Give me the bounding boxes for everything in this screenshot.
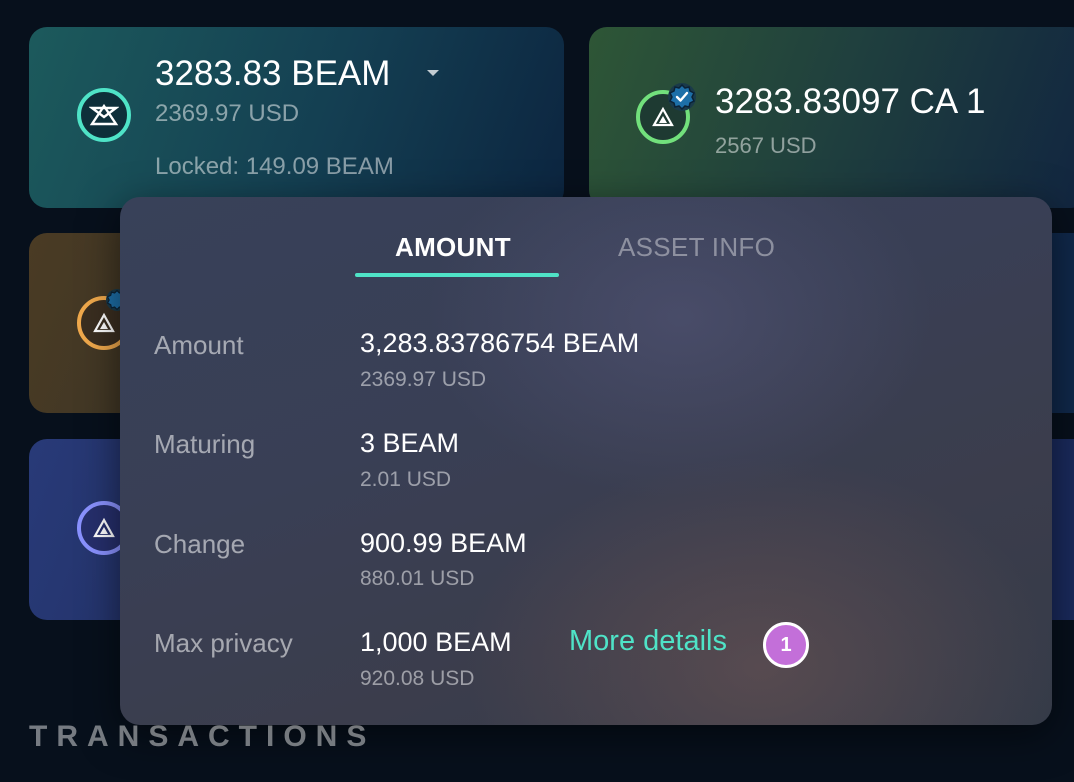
beam-asset-icon bbox=[77, 88, 131, 142]
transactions-section-title: TRANSACTIONS bbox=[29, 720, 376, 753]
maturing-label: Maturing bbox=[154, 429, 256, 459]
verified-badge-icon bbox=[668, 83, 696, 111]
ca1-balance-usd: 2567 USD bbox=[715, 133, 817, 158]
amount-value: 3,283.83786754 BEAM bbox=[360, 328, 640, 358]
max-privacy-value: 1,000 BEAM bbox=[360, 627, 512, 657]
beam-locked-amount: Locked: 149.09 BEAM bbox=[155, 153, 394, 180]
maturing-value: 3 BEAM bbox=[360, 428, 460, 458]
maturing-usd: 2.01 USD bbox=[360, 468, 452, 491]
more-details-link[interactable]: More details bbox=[569, 625, 727, 658]
amount-usd: 2369.97 USD bbox=[360, 368, 487, 391]
change-usd: 880.01 USD bbox=[360, 567, 475, 590]
amount-details-popup: AMOUNT ASSET INFO Amount 3,283.83786754 … bbox=[120, 197, 1052, 725]
active-tab-indicator bbox=[355, 273, 559, 277]
change-value: 900.99 BEAM bbox=[360, 528, 527, 558]
step-marker-badge: 1 bbox=[763, 622, 809, 668]
chevron-down-icon[interactable] bbox=[427, 70, 439, 76]
change-label: Change bbox=[154, 529, 246, 559]
amount-label: Amount bbox=[154, 330, 244, 360]
beam-balance: 3283.83 BEAM bbox=[155, 54, 391, 93]
tab-amount[interactable]: AMOUNT bbox=[395, 232, 511, 263]
max-privacy-usd: 920.08 USD bbox=[360, 667, 475, 690]
tab-asset-info[interactable]: ASSET INFO bbox=[618, 232, 775, 263]
ca1-balance: 3283.83097 CA 1 bbox=[715, 82, 986, 121]
beam-balance-usd: 2369.97 USD bbox=[155, 100, 300, 127]
max-privacy-label: Max privacy bbox=[154, 628, 293, 658]
